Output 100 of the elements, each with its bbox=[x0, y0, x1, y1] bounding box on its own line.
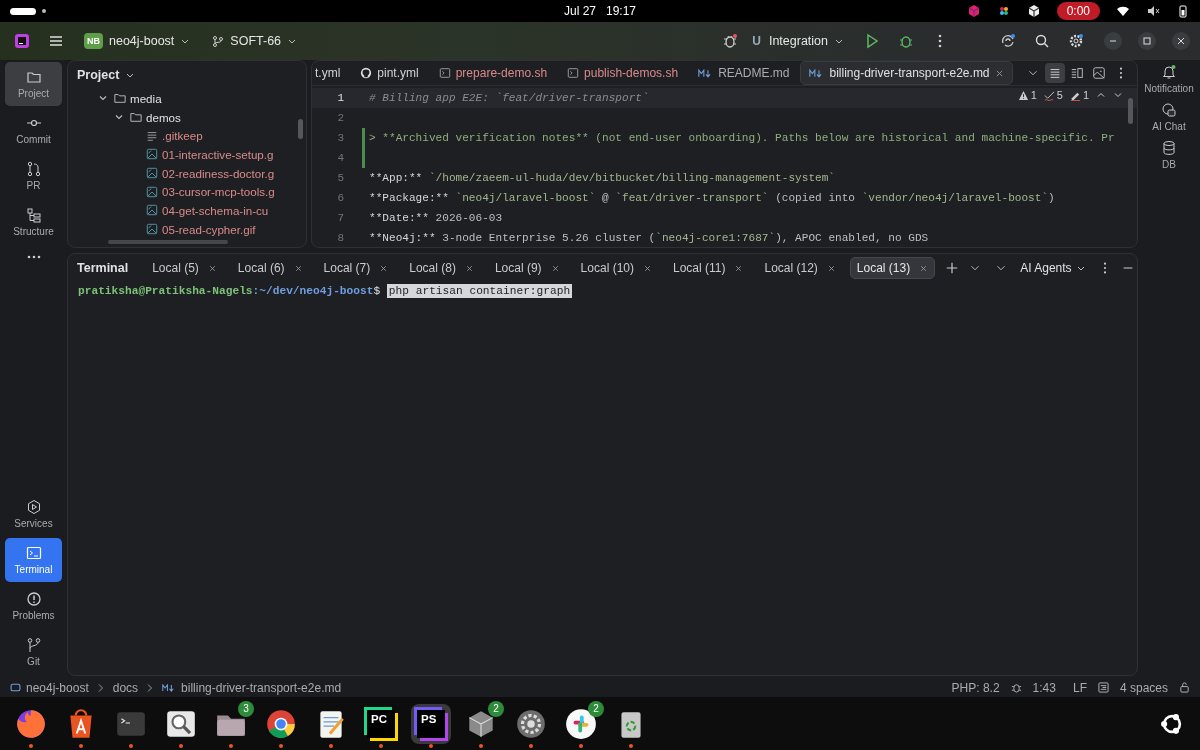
tool-window-button[interactable]: PR bbox=[5, 154, 62, 198]
image-file-icon bbox=[146, 204, 158, 217]
close-icon[interactable] bbox=[826, 263, 836, 273]
scrollbar-thumb[interactable] bbox=[108, 240, 228, 244]
menu-icon[interactable] bbox=[48, 33, 64, 49]
edits-count[interactable]: 1 bbox=[1069, 89, 1089, 101]
terminal-tab[interactable]: Local (6) bbox=[230, 257, 310, 279]
branch-selector[interactable]: SOFT-66 bbox=[206, 30, 304, 52]
terminal-tab[interactable]: Local (7) bbox=[316, 257, 396, 279]
tool-window-button[interactable]: Notification bbox=[1139, 64, 1199, 94]
tool-window-button[interactable]: DB bbox=[1139, 140, 1199, 170]
panel-title[interactable]: Project bbox=[77, 68, 120, 82]
tree-item[interactable]: .gitkeep bbox=[162, 129, 203, 143]
tool-window-button[interactable]: AI Chat bbox=[1139, 102, 1199, 132]
close-icon[interactable] bbox=[550, 263, 560, 273]
folder-icon bbox=[25, 69, 42, 85]
tool-window-button[interactable]: Problems bbox=[5, 584, 62, 628]
tool-window-button[interactable]: Project bbox=[5, 62, 62, 106]
speaker-muted-icon[interactable] bbox=[1146, 4, 1160, 18]
maximize-icon[interactable] bbox=[1138, 32, 1156, 50]
text-file-icon bbox=[146, 129, 158, 142]
clock-date[interactable]: Jul 27 bbox=[563, 4, 596, 18]
recording-indicator[interactable]: 0:00 bbox=[1056, 2, 1100, 20]
chevron-right-icon bbox=[96, 682, 105, 693]
warnings-count[interactable]: 1 bbox=[1017, 89, 1037, 101]
tool-window-button[interactable]: Structure bbox=[5, 200, 62, 244]
settings-icon[interactable] bbox=[1068, 33, 1084, 49]
terminal-tab[interactable]: Local (10) bbox=[573, 257, 659, 279]
dock-app[interactable]: PC bbox=[361, 703, 401, 744]
terminal-tab[interactable]: Local (8) bbox=[402, 257, 481, 279]
close-icon[interactable] bbox=[379, 263, 389, 273]
cube-icon[interactable] bbox=[966, 4, 981, 18]
close-icon[interactable] bbox=[643, 263, 652, 273]
lock-icon[interactable] bbox=[1179, 682, 1190, 693]
bug-icon[interactable] bbox=[1010, 682, 1022, 693]
line-ending[interactable]: LF bbox=[1072, 680, 1087, 695]
line-number: 6 bbox=[336, 192, 345, 204]
terminal-tab[interactable]: Local (5) bbox=[145, 257, 224, 279]
bug-icon[interactable] bbox=[722, 33, 739, 49]
change-marker[interactable] bbox=[362, 148, 365, 168]
tool-window-button[interactable]: Terminal bbox=[5, 538, 62, 582]
breadcrumb[interactable]: docs bbox=[112, 680, 139, 695]
project-selector[interactable]: NB neo4j-boost bbox=[78, 29, 197, 53]
tree-item[interactable]: demos bbox=[146, 110, 181, 124]
terminal-tab[interactable]: Local (9) bbox=[487, 257, 567, 279]
structure-icon bbox=[25, 207, 42, 223]
ai-agents-dropdown[interactable]: AI Agents bbox=[1020, 261, 1086, 275]
tree-item[interactable]: 04-get-schema-in-cu bbox=[162, 203, 269, 217]
php-version[interactable]: PHP: 8.2 bbox=[951, 680, 1000, 695]
minimize-icon[interactable] bbox=[1104, 32, 1122, 50]
indent-icon[interactable] bbox=[1097, 682, 1109, 693]
ai-assistant-icon[interactable] bbox=[1000, 33, 1016, 49]
activities-indicator[interactable] bbox=[10, 7, 36, 15]
close-icon[interactable] bbox=[464, 263, 474, 273]
scrollbar-thumb[interactable] bbox=[298, 119, 303, 139]
clock-time[interactable]: 19:17 bbox=[606, 4, 637, 18]
typos-count[interactable]: 5 bbox=[1043, 89, 1063, 101]
panel-title[interactable]: Terminal bbox=[77, 261, 129, 275]
tool-window-button[interactable]: Git bbox=[5, 630, 62, 674]
app-logo-icon[interactable] bbox=[14, 33, 30, 49]
caret-position[interactable]: 1:43 bbox=[1032, 680, 1056, 695]
change-marker[interactable] bbox=[362, 128, 365, 148]
editor-tab[interactable]: billing-driver-transport-e2e.md bbox=[800, 61, 1013, 85]
breadcrumb[interactable]: billing-driver-transport-e2e.md bbox=[181, 680, 342, 695]
tree-item[interactable]: 01-interactive-setup.g bbox=[162, 147, 274, 161]
tree-item[interactable]: media bbox=[130, 91, 162, 105]
more-icon[interactable] bbox=[25, 254, 42, 260]
wifi-icon[interactable] bbox=[1116, 4, 1130, 18]
close-icon[interactable] bbox=[293, 263, 303, 273]
box-icon[interactable] bbox=[1026, 4, 1041, 18]
running-indicator bbox=[229, 743, 233, 748]
workspace-dot bbox=[42, 9, 46, 13]
close-icon[interactable] bbox=[994, 68, 1004, 78]
editor-tab[interactable]: publish-demos.sh bbox=[558, 61, 688, 85]
tool-window-button[interactable]: Commit bbox=[5, 108, 62, 152]
scrollbar-thumb[interactable] bbox=[1128, 98, 1133, 124]
breadcrumb[interactable]: neo4j-boost bbox=[26, 680, 89, 695]
debug-icon[interactable] bbox=[898, 33, 914, 49]
editor-tab[interactable]: README.md bbox=[689, 61, 799, 85]
close-icon[interactable] bbox=[1172, 32, 1190, 50]
run-configuration-selector[interactable]: Integration bbox=[762, 30, 850, 52]
code-view-icon[interactable] bbox=[1045, 63, 1065, 83]
editor-tab[interactable]: t.yml bbox=[312, 61, 350, 85]
tree-item[interactable]: 02-readiness-doctor.g bbox=[162, 166, 275, 180]
close-icon[interactable] bbox=[207, 263, 217, 273]
indent-setting[interactable]: 4 spaces bbox=[1119, 680, 1168, 695]
search-icon[interactable] bbox=[1034, 33, 1050, 49]
terminal-tab[interactable]: Local (12) bbox=[757, 257, 843, 279]
warning-icon bbox=[25, 591, 42, 607]
terminal-tab[interactable]: Local (13) bbox=[849, 257, 936, 279]
tree-item[interactable]: 03-cursor-mcp-tools.g bbox=[162, 185, 275, 199]
close-icon[interactable] bbox=[734, 263, 744, 273]
editor-tab[interactable]: pint.yml bbox=[351, 61, 428, 85]
editor-tab[interactable]: prepare-demo.sh bbox=[429, 61, 557, 85]
tool-window-button[interactable]: Services bbox=[5, 492, 62, 536]
run-icon[interactable] bbox=[864, 33, 880, 49]
tree-item[interactable]: 05-read-cypher.gif bbox=[162, 222, 256, 236]
dock-app[interactable]: PS bbox=[411, 703, 451, 744]
battery-icon[interactable] bbox=[1176, 4, 1190, 18]
terminal-tab[interactable]: Local (11) bbox=[666, 257, 751, 279]
